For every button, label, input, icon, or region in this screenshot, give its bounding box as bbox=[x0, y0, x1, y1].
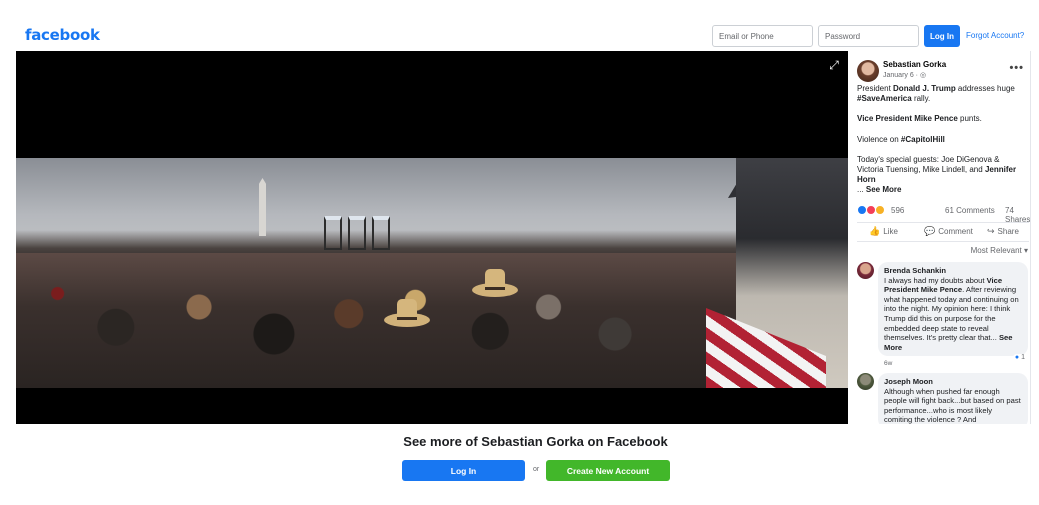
or-label: or bbox=[533, 466, 540, 473]
video-player[interactable]: ⤢ bbox=[16, 51, 848, 424]
comment-sort-dropdown[interactable]: Most Relevant ▾ bbox=[971, 246, 1028, 255]
post-text: President Donald J. Trump addresses huge… bbox=[857, 84, 1017, 195]
commenter-name[interactable]: Brenda Schankin bbox=[884, 266, 1022, 276]
comments-count[interactable]: 61 Comments bbox=[945, 206, 995, 215]
header-login-button[interactable]: Log In bbox=[924, 25, 960, 47]
hashtag-capitolhill[interactable]: #CapitolHill bbox=[901, 135, 945, 144]
comment-button[interactable]: 💬 Comment bbox=[924, 227, 973, 237]
comment-bubble: Joseph Moon Although when pushed far eno… bbox=[878, 373, 1028, 424]
reactions-summary: 596 61 Comments 74 Shares bbox=[857, 204, 1030, 224]
commenter-name[interactable]: Joseph Moon bbox=[884, 377, 1022, 387]
cta-title: See more of Sebastian Gorka on Facebook bbox=[403, 434, 668, 449]
mention-pence[interactable]: Vice President Mike Pence bbox=[857, 114, 958, 123]
hashtag-saveamerica[interactable]: #SaveAmerica bbox=[857, 94, 912, 103]
comment-bubble: Brenda Schankin I always had my doubts a… bbox=[878, 262, 1028, 357]
wow-reaction-icon bbox=[875, 205, 886, 215]
like-reaction-icon: ● bbox=[1014, 354, 1020, 361]
forgot-account-link[interactable]: Forgot Account? bbox=[966, 31, 1024, 40]
commenter-avatar[interactable] bbox=[857, 262, 874, 279]
email-field[interactable] bbox=[712, 25, 813, 47]
top-bar: facebook Log In Forgot Account? bbox=[0, 0, 1039, 50]
comment-bubble-icon: 💬 bbox=[924, 227, 936, 237]
monument bbox=[259, 178, 266, 236]
cta-login-button[interactable]: Log In bbox=[402, 460, 525, 481]
password-field[interactable] bbox=[818, 25, 919, 47]
see-more-link[interactable]: See More bbox=[866, 185, 902, 194]
reaction-count[interactable]: 596 bbox=[891, 206, 904, 215]
commenter-avatar[interactable] bbox=[857, 373, 874, 390]
video-frame bbox=[16, 158, 848, 388]
like-button[interactable]: 👍 Like bbox=[869, 227, 898, 237]
comment-reaction-count[interactable]: ● 1 bbox=[1012, 354, 1027, 361]
more-options-icon[interactable]: ••• bbox=[1009, 62, 1024, 74]
mention-trump[interactable]: Donald J. Trump bbox=[893, 84, 956, 93]
share-arrow-icon: ↪ bbox=[987, 227, 995, 237]
comment-timestamp[interactable]: 6w bbox=[884, 360, 892, 367]
create-account-button[interactable]: Create New Account bbox=[546, 460, 670, 481]
post-panel: Sebastian Gorka January 6 · ◎ ••• Presid… bbox=[848, 51, 1031, 424]
author-avatar[interactable] bbox=[857, 60, 879, 82]
post-date[interactable]: January 6 · ◎ bbox=[883, 71, 926, 79]
thumbs-up-icon: 👍 bbox=[869, 227, 881, 237]
post-actions: 👍 Like 💬 Comment ↪ Share bbox=[857, 222, 1029, 242]
facebook-logo[interactable]: facebook bbox=[25, 26, 100, 44]
share-button[interactable]: ↪ Share bbox=[987, 227, 1019, 237]
fullscreen-icon[interactable]: ⤢ bbox=[828, 59, 840, 71]
author-name[interactable]: Sebastian Gorka bbox=[883, 60, 946, 69]
reaction-icons[interactable] bbox=[857, 205, 886, 217]
